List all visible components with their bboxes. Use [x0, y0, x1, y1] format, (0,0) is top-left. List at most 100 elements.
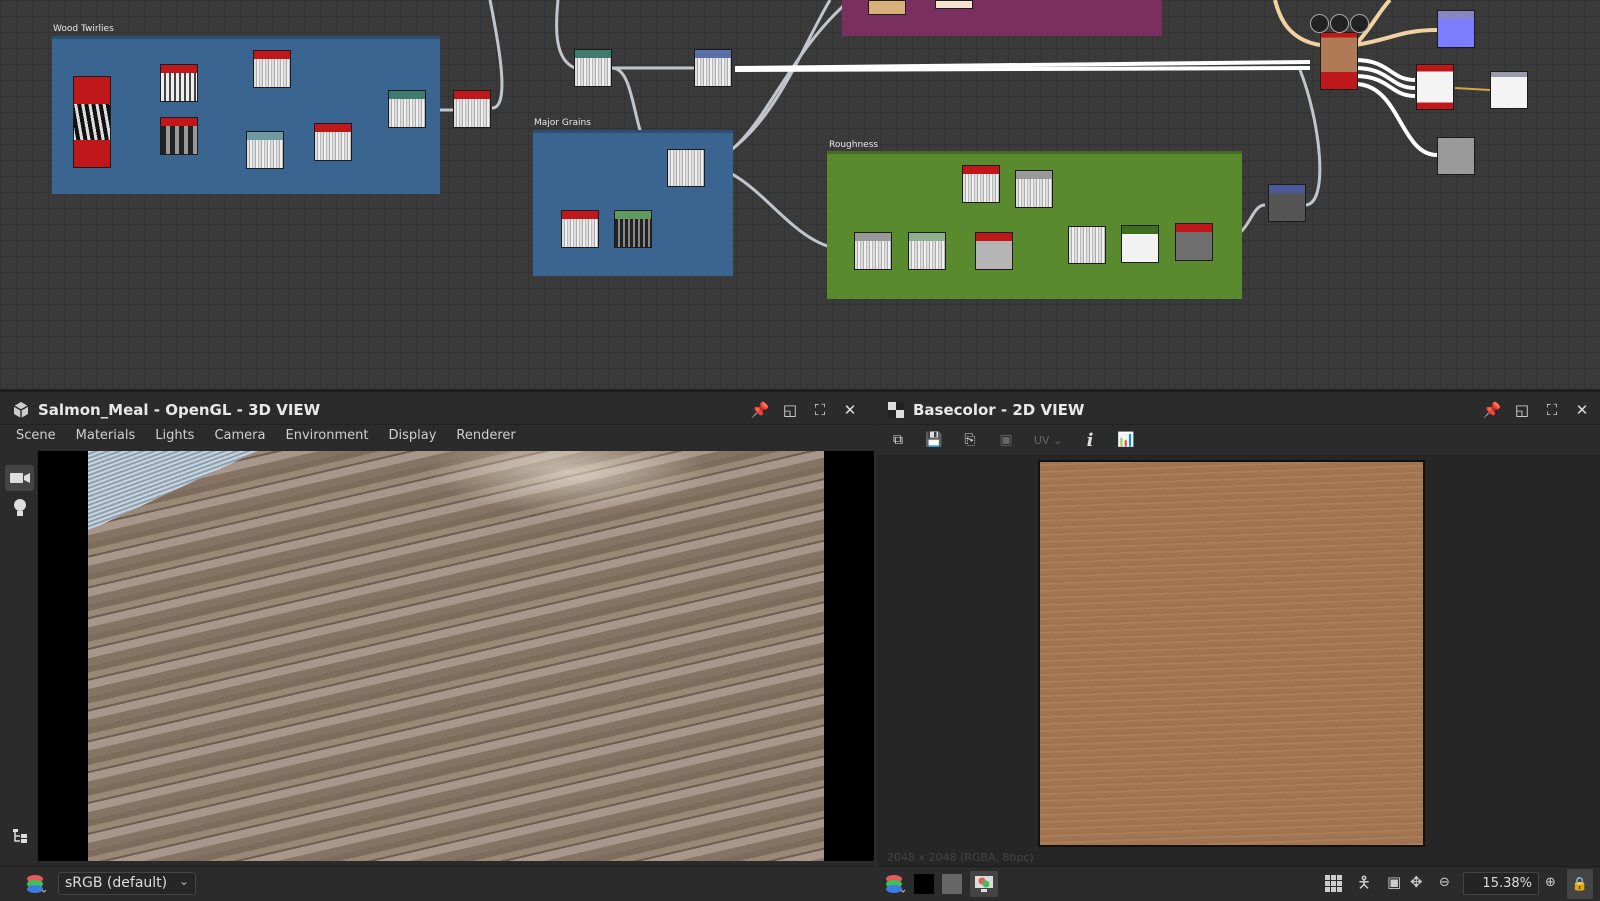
frame-title: Wood Twirlies [53, 24, 114, 34]
node-grain-dark[interactable] [614, 210, 652, 248]
node-warp[interactable] [160, 117, 198, 155]
float-icon[interactable]: ◱ [1512, 400, 1532, 420]
gray-background-button[interactable] [942, 874, 962, 894]
node-output-gray[interactable] [1437, 137, 1475, 175]
node-rough-4[interactable] [908, 232, 946, 270]
node-rough-6[interactable] [1068, 226, 1106, 264]
resolution-info: 2048 x 2048 (RGBA, 8bpc) [887, 851, 1034, 864]
layers-icon[interactable] [885, 873, 907, 895]
material-badges [1310, 14, 1369, 33]
basecolor-texture [1038, 460, 1425, 847]
node-color-swatch[interactable] [868, 0, 906, 15]
checker-icon [888, 402, 904, 418]
node-normal-output[interactable] [1437, 10, 1475, 48]
panel-2d-view: Basecolor - 2D VIEW 📌 ◱ ⛶ ✕ ⧉ 💾 ⎘ ▣ UV ⌄… [877, 395, 1600, 900]
layers-icon[interactable] [26, 873, 48, 895]
menu-lights[interactable]: Lights [145, 425, 204, 449]
node-output-preview[interactable] [1490, 71, 1528, 109]
node-material[interactable] [1320, 32, 1358, 90]
maximize-icon[interactable]: ⛶ [810, 400, 830, 420]
display-mode-button[interactable] [970, 871, 998, 897]
node-output-white[interactable] [1416, 64, 1454, 110]
node-color-swatch[interactable] [935, 0, 973, 9]
panel-3d-statusbar: sRGB (default) ⌄ [0, 866, 874, 900]
camera-icon [9, 473, 30, 483]
hierarchy-button[interactable] [5, 823, 34, 849]
frame-title: Roughness [829, 140, 879, 150]
hierarchy-icon [12, 829, 27, 843]
panel-2d-title: Basecolor - 2D VIEW [913, 401, 1085, 419]
float-icon[interactable]: ◱ [780, 400, 800, 420]
node-grain-a[interactable] [574, 49, 612, 87]
node-graph-canvas[interactable]: Wood Twirlies Major Grains Roughness [0, 0, 1600, 392]
lock-button[interactable]: 🔒 [1567, 869, 1593, 899]
zoom-input[interactable]: 15.38% [1463, 872, 1539, 895]
panel-3d-view: Salmon_Meal - OpenGL - 3D VIEW 📌 ◱ ⛶ ✕ S… [0, 395, 874, 900]
3d-viewport[interactable] [38, 451, 874, 861]
node-rough-3[interactable] [854, 232, 892, 270]
pan-icon[interactable]: ✥ [1410, 873, 1423, 891]
uv-label: UV [1033, 433, 1050, 447]
pin-icon[interactable]: 📌 [1482, 400, 1502, 420]
node-rough-8[interactable] [1175, 223, 1213, 261]
wire [1454, 87, 1491, 91]
node-blend[interactable] [246, 131, 284, 169]
node-rough-1[interactable] [962, 165, 1000, 203]
pin-icon[interactable]: 📌 [750, 400, 770, 420]
cube-icon [1350, 14, 1369, 33]
node-twirl[interactable] [73, 76, 111, 168]
panel-3d-titlebar: Salmon_Meal - OpenGL - 3D VIEW 📌 ◱ ⛶ ✕ [0, 395, 874, 425]
monitor-icon [975, 876, 993, 892]
node-grain-b[interactable] [694, 49, 732, 87]
2d-viewport[interactable]: 2048 x 2048 (RGBA, 8bpc) [877, 455, 1600, 866]
colorspace-select[interactable]: sRGB (default) ⌄ [58, 872, 196, 895]
lock-icon: 🔒 [1571, 876, 1589, 892]
light-bulb-icon [13, 499, 26, 516]
menu-materials[interactable]: Materials [66, 425, 146, 449]
node-levels[interactable] [314, 123, 352, 161]
node-blend-2[interactable] [388, 90, 426, 128]
copy-icon[interactable]: ⎘ [959, 429, 981, 451]
node-noise[interactable] [253, 50, 291, 88]
menu-scene[interactable]: Scene [6, 425, 66, 449]
black-background-button[interactable] [914, 874, 934, 894]
node-stripes[interactable] [160, 64, 198, 102]
grid-icon[interactable] [1325, 875, 1343, 893]
close-icon[interactable]: ✕ [1572, 400, 1592, 420]
menu-environment[interactable]: Environment [275, 425, 378, 449]
node-output-twirl[interactable] [453, 90, 491, 128]
fit-icon[interactable]: ▣ [1387, 873, 1401, 891]
node-rough-out[interactable] [1268, 184, 1306, 222]
wire [555, 0, 576, 70]
save-icon[interactable]: 💾 [923, 429, 945, 451]
tiling-icon[interactable]: ▣ [995, 429, 1017, 451]
node-grain-blend[interactable] [667, 149, 705, 187]
menu-camera[interactable]: Camera [204, 425, 275, 449]
export-icon[interactable]: ⧉ [887, 429, 909, 451]
colorspace-value: sRGB (default) [65, 875, 168, 891]
panel-3d-title: Salmon_Meal - OpenGL - 3D VIEW [38, 401, 321, 419]
wire [488, 0, 504, 110]
wire [734, 66, 1311, 72]
node-rough-7[interactable] [1121, 225, 1159, 263]
uv-toggle[interactable]: UV ⌄ [1031, 429, 1065, 451]
light-button[interactable] [5, 495, 34, 521]
panel-3d-menubar: Scene Materials Lights Camera Environmen… [0, 425, 874, 449]
panel-2d-titlebar: Basecolor - 2D VIEW 📌 ◱ ⛶ ✕ [877, 395, 1600, 425]
zoom-in-button[interactable]: ⊕ [1545, 875, 1556, 890]
person-icon[interactable]: 🯅 [1357, 872, 1371, 899]
panel-2d-toolbar: ⧉ 💾 ⎘ ▣ UV ⌄ i 📊 [877, 425, 1600, 455]
camera-button[interactable] [5, 465, 34, 491]
node-grain-noise[interactable] [561, 210, 599, 248]
info-icon[interactable]: i [1079, 429, 1101, 451]
histogram-icon[interactable]: 📊 [1115, 429, 1137, 451]
maximize-icon[interactable]: ⛶ [1542, 400, 1562, 420]
node-rough-5[interactable] [975, 232, 1013, 270]
menu-display[interactable]: Display [379, 425, 447, 449]
zoom-out-button[interactable]: ⊖ [1439, 875, 1450, 890]
wood-render [88, 451, 824, 861]
menu-renderer[interactable]: Renderer [446, 425, 525, 449]
node-rough-2[interactable] [1015, 170, 1053, 208]
close-icon[interactable]: ✕ [840, 400, 860, 420]
file-icon [1310, 14, 1329, 33]
